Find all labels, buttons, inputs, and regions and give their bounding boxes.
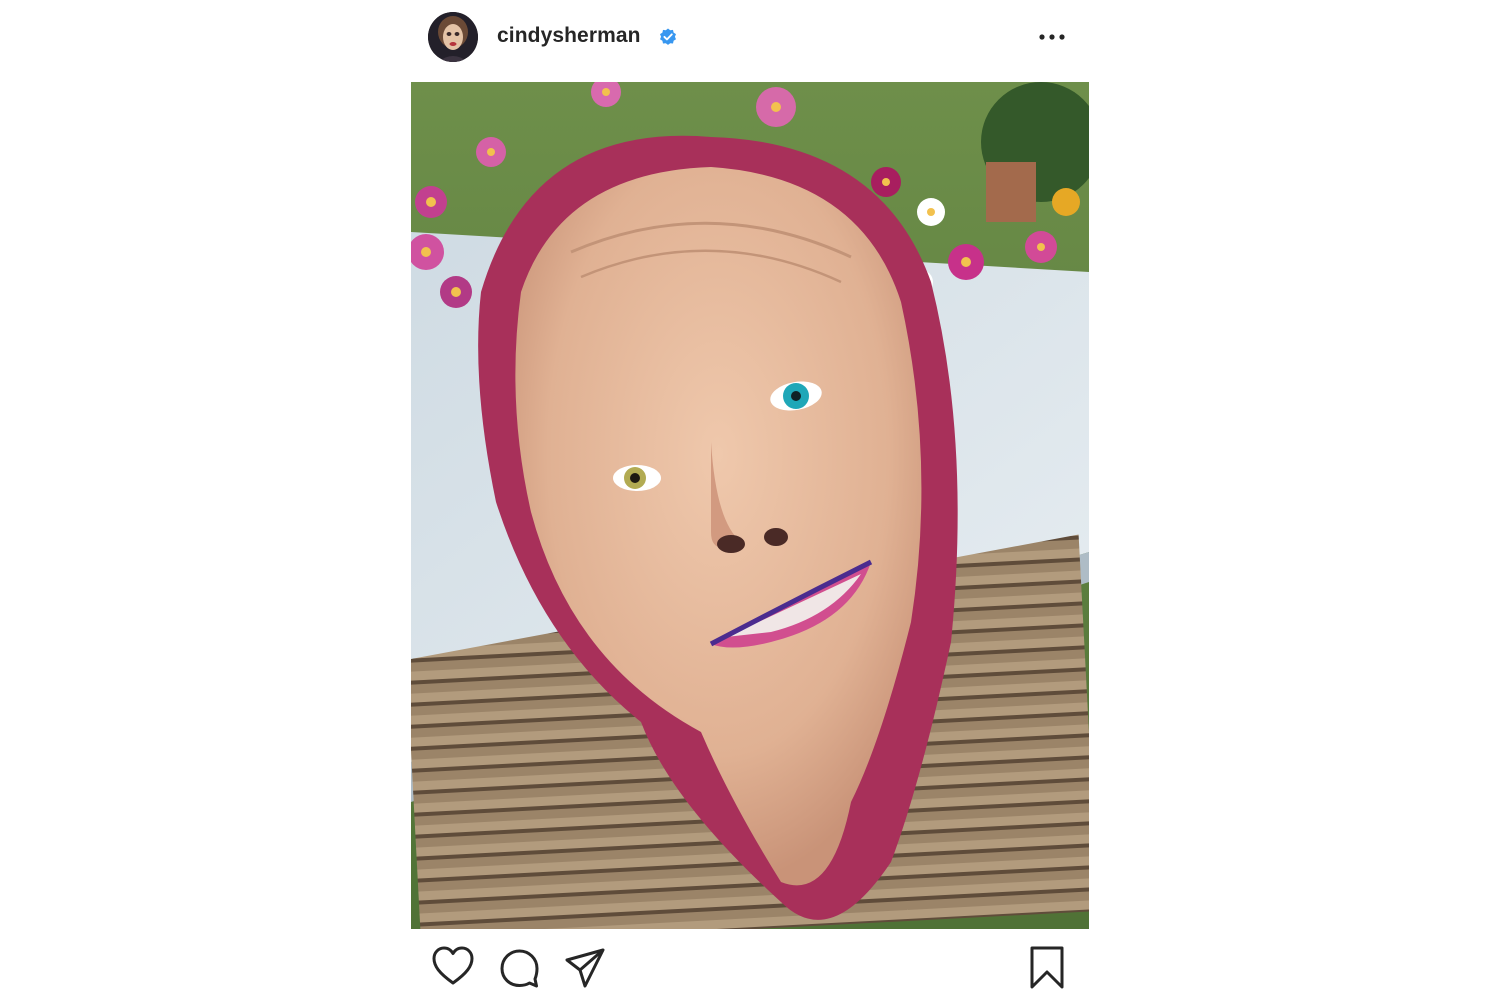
profile-avatar[interactable] <box>428 12 478 62</box>
verified-badge-icon <box>659 28 677 46</box>
post-photo[interactable] <box>411 82 1089 929</box>
bookmark-icon[interactable] <box>1025 943 1069 991</box>
post-actions-bar <box>411 943 1089 995</box>
instagram-post: cindysherman <box>411 0 1089 1000</box>
comment-icon[interactable] <box>497 943 541 991</box>
paper-plane-icon[interactable] <box>563 943 607 991</box>
post-username[interactable]: cindysherman <box>497 24 641 48</box>
post-header: cindysherman <box>411 12 1089 64</box>
heart-icon[interactable] <box>431 943 475 991</box>
more-options-icon[interactable] <box>1037 25 1067 49</box>
